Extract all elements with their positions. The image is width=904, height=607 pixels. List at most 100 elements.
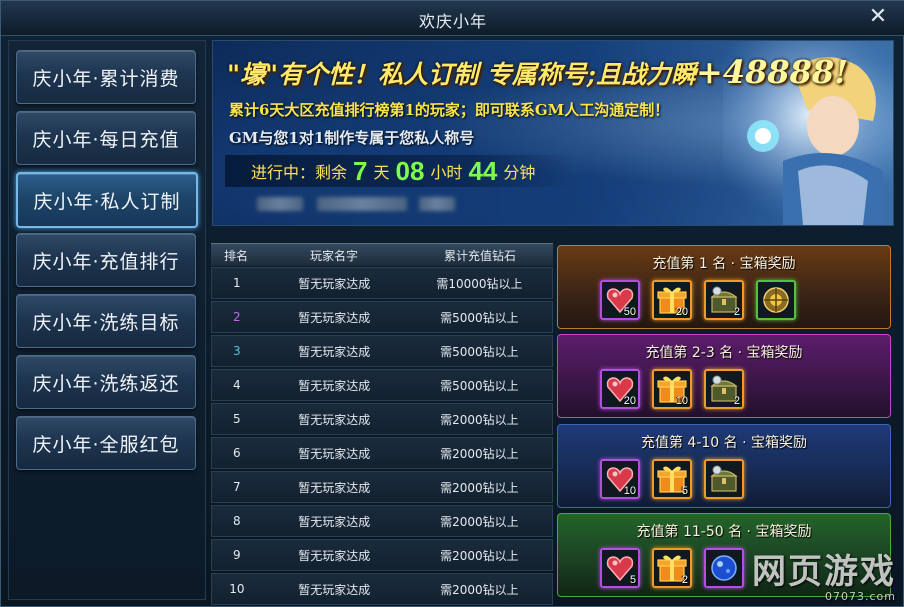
item-count: 10 [623,485,636,497]
reward-item[interactable]: 20 [600,369,640,409]
reward-item[interactable]: 2 [652,548,692,588]
sidebar-item-cumulative-spend[interactable]: 庆小年·累计消费 [16,50,196,104]
reward-panel-rank-4-10: 充值第 4-10 名 · 宝箱奖励 10 5 [557,424,891,508]
reward-item[interactable]: 10 [652,369,692,409]
sidebar-item-recharge-ranking[interactable]: 庆小年·充值排行 [16,233,196,287]
banner-line-1: 累计6天大区充值排行榜第1的玩家；即可联系GM人工沟通定制！ [229,101,670,119]
row-rank: 1 [233,276,241,290]
reward-item[interactable]: 20 [652,280,692,320]
row-rank: 2 [233,310,241,324]
countdown-hours-unit: 小时 [430,163,463,182]
reward-item[interactable] [704,548,744,588]
row-player: 暂无玩家达成 [298,344,371,359]
row-player: 暂无玩家达成 [298,446,371,461]
blue-orb-icon [711,555,737,581]
rank-table: 排名 玩家名字 累计充值钻石 1 暂无玩家达成 需10000钻以上 2 暂无玩家… [211,243,553,605]
row-requirement: 需2000钻以上 [440,480,519,495]
row-requirement: 需10000钻以上 [436,276,523,291]
sidebar-item-server-red-packet[interactable]: 庆小年·全服红包 [16,416,196,470]
table-row: 5 暂无玩家达成 需2000钻以上 [211,403,553,435]
row-requirement: 需5000钻以上 [440,378,519,393]
watermark-logo-text: 网页游戏 [752,552,896,592]
reward-item[interactable]: 10 [600,459,640,499]
headline-mid: 有个性！私人订制 专属称号;且战力瞬 [278,60,696,89]
countdown-days: 7 [353,155,368,186]
row-requirement: 需2000钻以上 [440,514,519,529]
row-player: 暂无玩家达成 [298,310,371,325]
header-rank: 排名 [223,248,248,263]
sidebar: 庆小年·累计消费 庆小年·每日充值 庆小年·私人订制 庆小年·充值排行 庆小年·… [8,40,206,600]
banner-line-2: GM与您1对1制作专属于您私人称号 [229,129,475,147]
reward-item[interactable] [756,280,796,320]
sidebar-item-daily-recharge[interactable]: 庆小年·每日充值 [16,111,196,165]
banner-headline: "壕"有个性！私人订制 专属称号;且战力瞬+48888! [227,53,848,91]
close-icon[interactable]: ✕ [867,6,889,28]
row-rank: 8 [233,514,241,528]
reward-title: 充值第 4-10 名 · 宝箱奖励 [640,435,808,451]
row-requirement: 需2000钻以上 [440,446,519,461]
reward-items: 50 20 2 [600,280,796,320]
headline-power: +48888! [696,53,849,91]
countdown-timer: 进行中：剩余 7 天 08 小时 44 分钟 [225,155,575,187]
item-count: 2 [733,395,740,407]
reward-item[interactable] [704,459,744,499]
reward-item[interactable]: 2 [704,280,744,320]
row-rank: 3 [233,344,241,358]
countdown-minutes-unit: 分钟 [503,163,536,182]
table-header: 排名 玩家名字 累计充值钻石 [211,243,553,266]
reward-item[interactable]: 5 [600,548,640,588]
reward-items: 20 10 2 [600,369,744,409]
row-requirement: 需2000钻以上 [440,412,519,427]
sidebar-item-private-custom[interactable]: 庆小年·私人订制 [16,172,198,228]
reward-panel-rank-2-3: 充值第 2-3 名 · 宝箱奖励 20 10 2 [557,334,891,418]
sidebar-item-refine-rebate[interactable]: 庆小年·洗练返还 [16,355,196,409]
blurred-text [317,197,407,211]
window-title: 欢庆小年 [418,12,487,31]
row-player: 暂无玩家达成 [298,412,371,427]
table-row: 7 暂无玩家达成 需2000钻以上 [211,471,553,503]
row-requirement: 需2000钻以上 [440,548,519,563]
item-count: 2 [733,306,740,318]
row-rank: 6 [233,446,241,460]
blurred-text [257,197,303,211]
reward-title: 充值第 2-3 名 · 宝箱奖励 [645,345,803,361]
reward-item[interactable]: 5 [652,459,692,499]
site-watermark: 网页游戏 07073.com [752,554,896,603]
item-count: 10 [675,395,688,407]
table-row: 10 暂无玩家达成 需2000钻以上 [211,573,553,605]
countdown-hours: 08 [395,155,425,186]
reward-items: 10 5 [600,459,744,499]
gold-chest-icon [763,287,789,313]
row-player: 暂无玩家达成 [298,514,371,529]
headline-open: "壕" [227,60,279,89]
row-player: 暂无玩家达成 [298,378,371,393]
reward-item[interactable]: 50 [600,280,640,320]
item-count: 50 [623,306,636,318]
row-rank: 4 [233,378,241,392]
reward-title: 充值第 11-50 名 · 宝箱奖励 [636,524,812,540]
header-recharge: 累计充值钻石 [443,248,516,263]
table-row: 4 暂无玩家达成 需5000钻以上 [211,369,553,401]
item-count: 20 [675,306,688,318]
table-row: 9 暂无玩家达成 需2000钻以上 [211,539,553,571]
row-player: 暂无玩家达成 [298,276,371,291]
row-player: 暂无玩家达成 [298,548,371,563]
reward-title: 充值第 1 名 · 宝箱奖励 [652,256,796,272]
countdown-days-unit: 天 [373,163,390,182]
table-row: 3 暂无玩家达成 需5000钻以上 [211,335,553,367]
row-rank: 5 [233,412,241,426]
reward-panel-rank-1: 充值第 1 名 · 宝箱奖励 50 20 2 [557,245,891,329]
table-row: 6 暂无玩家达成 需2000钻以上 [211,437,553,469]
countdown-prefix: 进行中：剩余 [251,163,348,182]
row-requirement: 需5000钻以上 [440,344,519,359]
treasure-chest-icon [710,465,738,492]
title-bar: 欢庆小年 ✕ [1,1,904,36]
row-requirement: 需5000钻以上 [440,310,519,325]
row-requirement: 需2000钻以上 [440,582,519,597]
blurred-text [419,197,455,211]
sidebar-item-refine-target[interactable]: 庆小年·洗练目标 [16,294,196,348]
item-count: 5 [629,574,636,586]
table-row: 8 暂无玩家达成 需2000钻以上 [211,505,553,537]
reward-item[interactable]: 2 [704,369,744,409]
table-row: 2 暂无玩家达成 需5000钻以上 [211,301,553,333]
